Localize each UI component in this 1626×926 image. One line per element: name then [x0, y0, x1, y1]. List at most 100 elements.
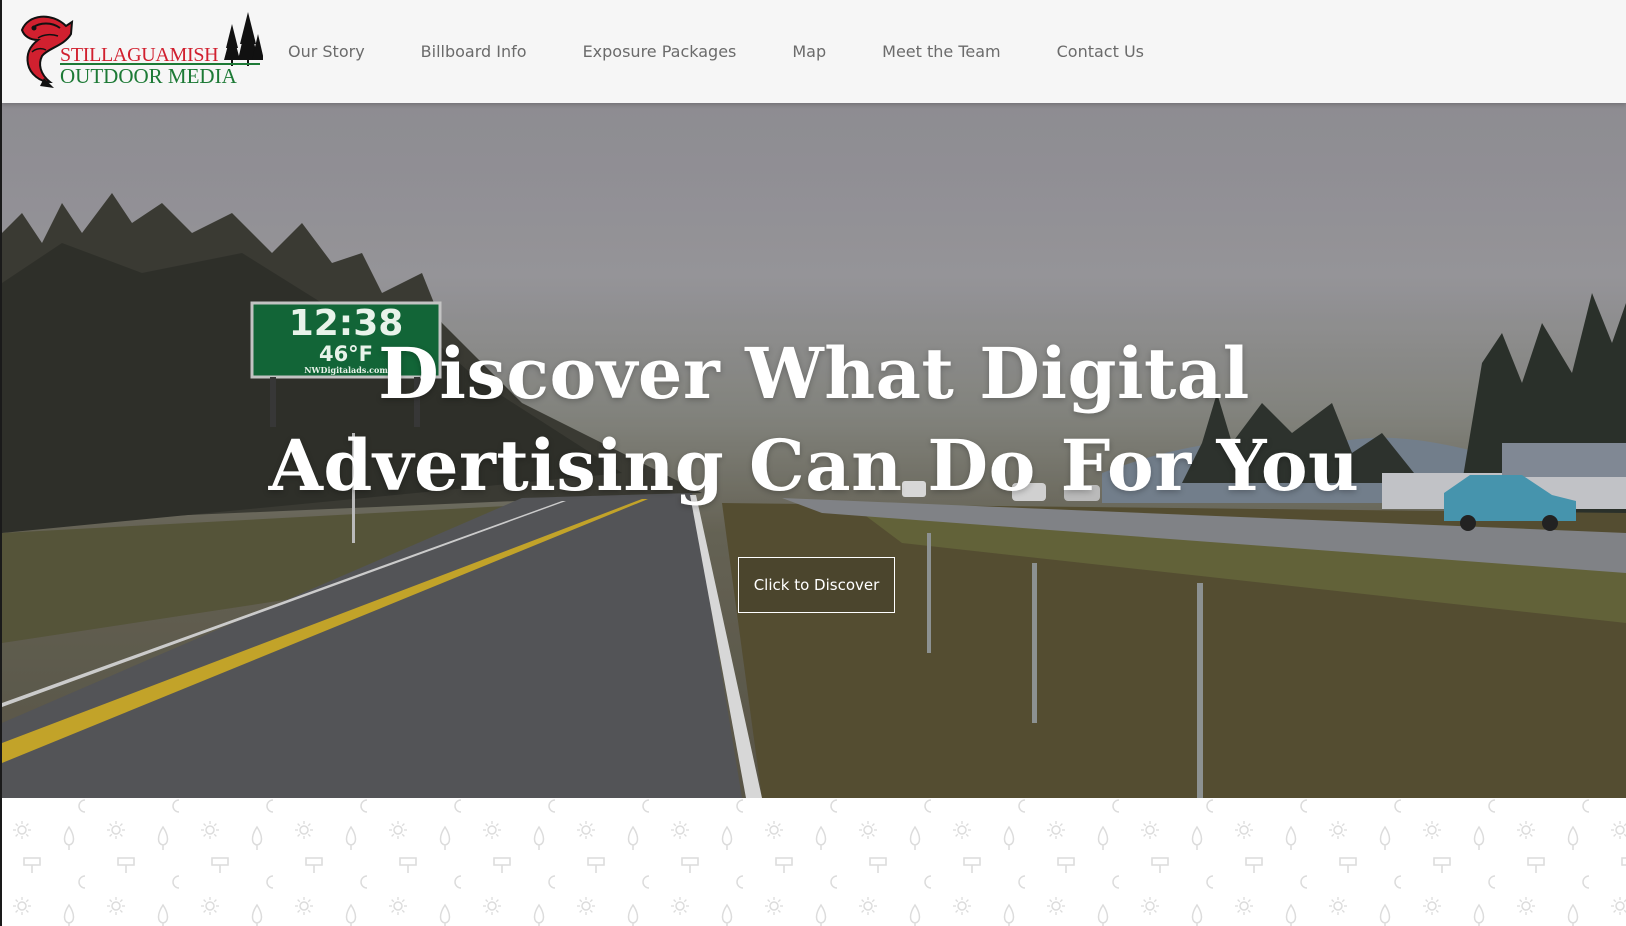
nav-exposure-packages[interactable]: Exposure Packages — [583, 36, 737, 67]
moon-icon — [642, 799, 650, 813]
sun-icon — [953, 897, 971, 915]
tree-icon — [251, 825, 263, 850]
tree-icon — [1379, 903, 1391, 926]
tree-icon — [157, 825, 169, 850]
nav-meet-the-team[interactable]: Meet the Team — [882, 36, 1000, 67]
sun-icon — [953, 821, 971, 839]
sun-icon — [107, 821, 125, 839]
billboard-icon — [681, 857, 699, 873]
sun-icon — [1047, 821, 1065, 839]
moon-icon — [1206, 875, 1214, 889]
sun-icon — [483, 821, 501, 839]
sun-icon — [1611, 821, 1626, 839]
logo-text-bottom: OUTDOOR MEDIA — [60, 64, 237, 88]
moon-icon — [1112, 875, 1120, 889]
moon-icon — [360, 875, 368, 889]
tree-icon — [251, 903, 263, 926]
tree-icon — [721, 825, 733, 850]
hero-title: Discover What Digital Advertising Can Do… — [2, 328, 1626, 512]
tree-icon — [1097, 903, 1109, 926]
tree-icon — [1473, 825, 1485, 850]
moon-icon — [78, 799, 86, 813]
moon-icon — [1300, 799, 1308, 813]
sun-icon — [295, 821, 313, 839]
tree-icon — [1567, 903, 1579, 926]
moon-icon — [1582, 875, 1590, 889]
sun-icon — [1329, 821, 1347, 839]
tree-icon — [345, 825, 357, 850]
moon-icon — [1394, 875, 1402, 889]
sun-icon — [201, 821, 219, 839]
tree-icon — [1567, 825, 1579, 850]
moon-icon — [1018, 799, 1026, 813]
sun-icon — [1423, 897, 1441, 915]
tree-icon — [1473, 903, 1485, 926]
billboard-icon — [1433, 857, 1451, 873]
billboard-icon — [1151, 857, 1169, 873]
tree-icon — [345, 903, 357, 926]
tree-icon — [1003, 903, 1015, 926]
main-nav: Our Story Billboard Info Exposure Packag… — [288, 0, 1200, 103]
tree-icon — [627, 903, 639, 926]
moon-icon — [830, 875, 838, 889]
moon-icon — [924, 875, 932, 889]
moon-icon — [266, 799, 274, 813]
billboard-icon — [1057, 857, 1075, 873]
sun-icon — [1517, 821, 1535, 839]
sun-icon — [1329, 897, 1347, 915]
moon-icon — [1018, 875, 1026, 889]
tree-icon — [1097, 825, 1109, 850]
moon-icon — [454, 799, 462, 813]
nav-our-story[interactable]: Our Story — [288, 36, 365, 67]
click-to-discover-button[interactable]: Click to Discover — [738, 557, 895, 613]
moon-icon — [1582, 799, 1590, 813]
nav-contact-us[interactable]: Contact Us — [1057, 36, 1144, 67]
sun-icon — [1047, 897, 1065, 915]
site-logo[interactable]: STILLAGUAMISH OUTDOOR MEDIA — [18, 8, 263, 90]
moon-icon — [454, 875, 462, 889]
billboard-icon — [117, 857, 135, 873]
pattern-strip — [2, 798, 1626, 926]
tree-icon — [63, 903, 75, 926]
site-header: STILLAGUAMISH OUTDOOR MEDIA Our Story Bi… — [2, 0, 1626, 103]
tree-icon — [1191, 825, 1203, 850]
nav-billboard-info[interactable]: Billboard Info — [421, 36, 527, 67]
tree-icon — [1379, 825, 1391, 850]
sun-icon — [1141, 821, 1159, 839]
moon-icon — [78, 875, 86, 889]
billboard-icon — [493, 857, 511, 873]
tree-icon — [533, 903, 545, 926]
sun-icon — [389, 897, 407, 915]
hero-title-line1: Discover What Digital — [378, 332, 1250, 415]
moon-icon — [1488, 875, 1496, 889]
moon-icon — [924, 799, 932, 813]
moon-icon — [642, 875, 650, 889]
sun-icon — [765, 821, 783, 839]
billboard-icon — [305, 857, 323, 873]
tree-icon — [909, 825, 921, 850]
sun-icon — [107, 897, 125, 915]
tree-icon — [533, 825, 545, 850]
billboard-icon — [775, 857, 793, 873]
moon-icon — [266, 875, 274, 889]
sun-icon — [1423, 821, 1441, 839]
sun-icon — [1235, 897, 1253, 915]
sun-icon — [1517, 897, 1535, 915]
moon-icon — [548, 875, 556, 889]
moon-icon — [1206, 799, 1214, 813]
tree-icon — [1191, 903, 1203, 926]
sun-icon — [859, 821, 877, 839]
billboard-icon — [399, 857, 417, 873]
nav-map[interactable]: Map — [792, 36, 826, 67]
moon-icon — [1488, 799, 1496, 813]
sun-icon — [671, 897, 689, 915]
moon-icon — [736, 875, 744, 889]
billboard-icon — [869, 857, 887, 873]
sun-icon — [295, 897, 313, 915]
moon-icon — [736, 799, 744, 813]
sun-icon — [671, 821, 689, 839]
sun-icon — [1611, 897, 1626, 915]
logo-text-top: STILLAGUAMISH — [60, 44, 219, 66]
sun-icon — [1235, 821, 1253, 839]
billboard-icon — [963, 857, 981, 873]
